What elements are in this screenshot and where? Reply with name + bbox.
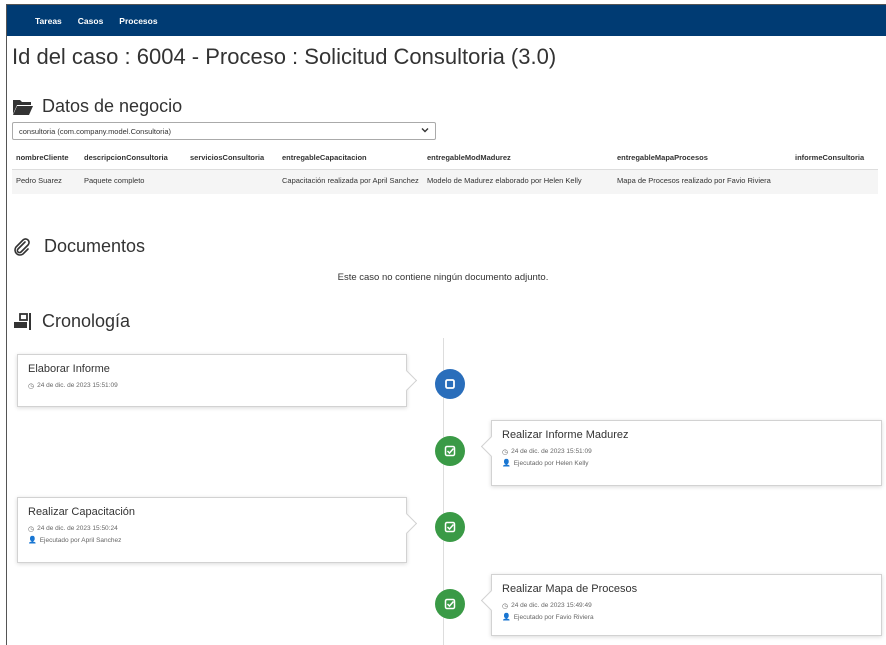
user-icon: 👤 [502,460,511,468]
check-square-icon [435,436,465,466]
clock-icon: ◷ [502,449,509,456]
column-header: serviciosConsultoria [186,149,278,170]
event-time: ◷ 24 de dic. de 2023 15:51:09 [502,447,871,458]
timeline-event-card[interactable]: Elaborar Informe ◷ 24 de dic. de 2023 15… [17,354,407,407]
clock-icon: ◷ [28,526,35,533]
column-header: entregableMapaProcesos [613,149,791,170]
table-cell [791,169,878,195]
folder-open-icon [13,99,33,115]
nav-casos[interactable]: Casos [78,16,104,26]
table-cell: Pedro Suarez [12,169,80,195]
documents-heading-text: Documentos [44,236,146,256]
event-time: ◷ 24 de dic. de 2023 15:49:49 [502,601,871,612]
top-navbar: Tareas Casos Procesos [7,5,886,36]
user-icon: 👤 [28,537,37,545]
timeline-heading: Cronología [12,311,130,332]
select-value: consultoria (com.company.model.Consultor… [19,127,172,136]
event-time-text: 24 de dic. de 2023 15:51:09 [511,448,592,456]
page-title: Id del caso : 6004 - Proceso : Solicitud… [12,44,557,69]
column-header: nombreCliente [12,149,80,170]
clock-icon: ◷ [28,383,35,390]
stop-icon [435,369,465,399]
timeline-event-card[interactable]: Realizar Mapa de Procesos ◷ 24 de dic. d… [491,574,882,636]
clock-icon: ◷ [502,603,509,610]
column-header: descripcionConsultoria [80,149,186,170]
table-header-row: nombreCliente descripcionConsultoria ser… [12,149,878,170]
event-time: ◷ 24 de dic. de 2023 15:50:24 [28,524,396,535]
business-heading-text: Datos de negocio [42,96,183,116]
event-executor: 👤 Ejecutado por Helen Kelly [502,458,871,469]
event-time: ◷ 24 de dic. de 2023 15:51:09 [28,381,396,392]
business-object-select[interactable]: consultoria (com.company.model.Consultor… [12,122,436,140]
documents-heading: Documentos [12,236,145,257]
event-time-text: 24 de dic. de 2023 15:49:49 [511,602,592,610]
column-header: informeConsultoria [791,149,878,170]
no-documents-message: Este caso no contiene ningún documento a… [337,272,549,283]
event-title: Realizar Informe Madurez [502,429,629,441]
column-header: entregableModMadurez [423,149,613,170]
event-time-text: 24 de dic. de 2023 15:51:09 [37,382,118,390]
check-square-icon [435,512,465,542]
nav-tareas[interactable]: Tareas [35,16,62,26]
timeline-icon [14,312,31,330]
column-header: entregableCapacitacion [278,149,423,170]
timeline-event-card[interactable]: Realizar Capacitación ◷ 24 de dic. de 20… [17,497,407,563]
business-data-heading: Datos de negocio [12,96,182,117]
event-executor: 👤 Ejecutado por April Sanchez [28,535,396,546]
table-cell [186,169,278,195]
business-data-table: nombreCliente descripcionConsultoria ser… [12,149,878,195]
user-icon: 👤 [502,614,511,622]
table-cell: Capacitación realizada por April Sanchez [278,169,423,195]
table-cell: Modelo de Madurez elaborado por Helen Ke… [423,169,613,195]
nav-procesos[interactable]: Procesos [119,16,157,26]
event-title: Elaborar Informe [28,363,110,375]
table-cell: Paquete completo [80,169,186,195]
table-cell: Mapa de Procesos realizado por Favio Riv… [613,169,791,195]
event-time-text: 24 de dic. de 2023 15:50:24 [37,525,118,533]
chevron-down-icon [421,126,429,136]
timeline-heading-text: Cronología [42,311,131,331]
paperclip-icon [14,237,30,256]
event-executor: 👤 Ejecutado por Favio Riviera [502,612,871,623]
table-row: Pedro Suarez Paquete completo Capacitaci… [12,169,878,195]
check-square-icon [435,589,465,619]
event-title: Realizar Mapa de Procesos [502,583,638,595]
timeline-event-card[interactable]: Realizar Informe Madurez ◷ 24 de dic. de… [491,420,882,486]
event-title: Realizar Capacitación [28,506,135,518]
event-executor-text: Ejecutado por April Sanchez [39,536,122,544]
event-executor-text: Ejecutado por Favio Riviera [513,613,594,621]
event-executor-text: Ejecutado por Helen Kelly [513,459,589,467]
